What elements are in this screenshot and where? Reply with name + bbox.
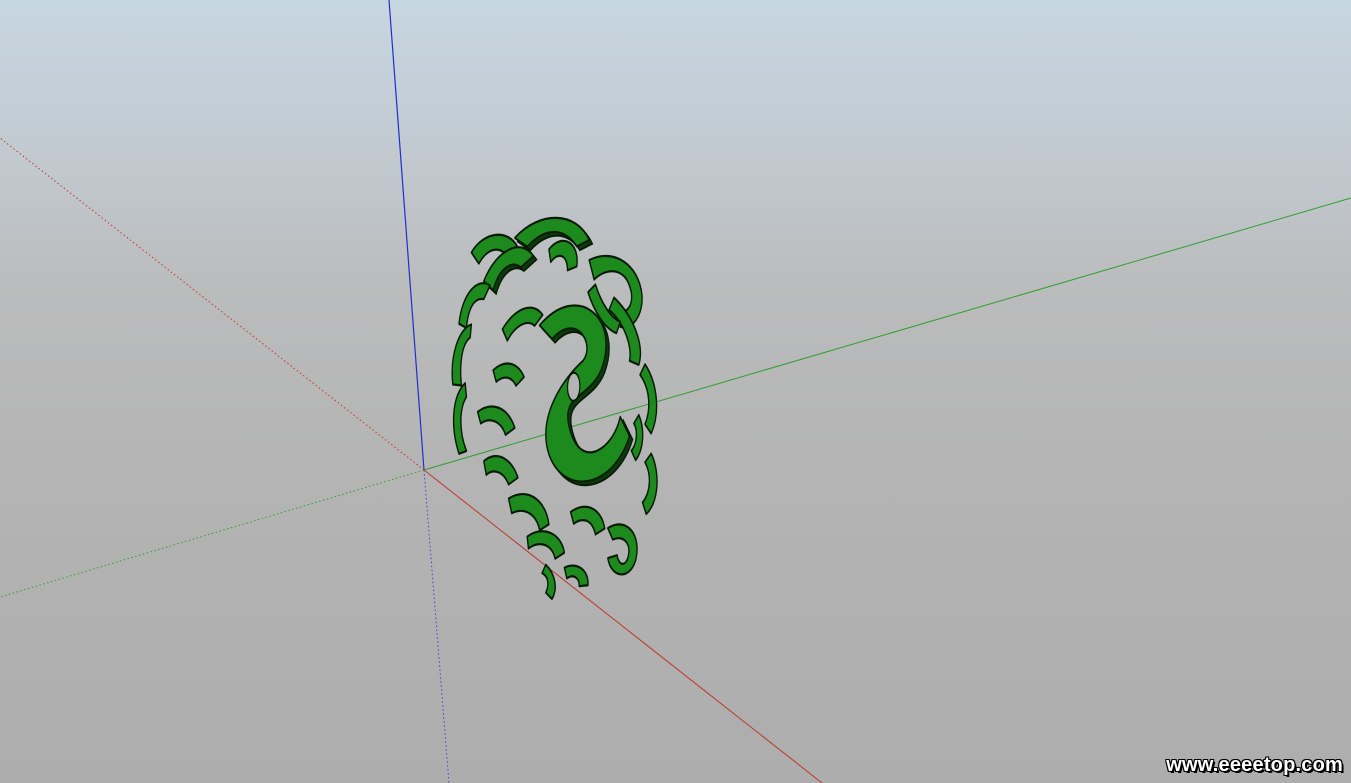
red-axis-negative: [0, 137, 425, 471]
red-axis-positive: [423, 469, 823, 783]
watermark-text: www.eeeetop.com: [1166, 754, 1343, 776]
body-opening: [566, 371, 581, 402]
green-axis-negative: [0, 469, 425, 598]
blue-axis-negative: [423, 469, 450, 783]
dragon-model-icon[interactable]: [451, 207, 658, 610]
scene-canvas[interactable]: [0, 0, 1351, 783]
blue-axis-positive: [388, 0, 425, 471]
axes: [0, 0, 1351, 783]
3d-viewport[interactable]: www.eeeetop.com: [0, 0, 1351, 783]
